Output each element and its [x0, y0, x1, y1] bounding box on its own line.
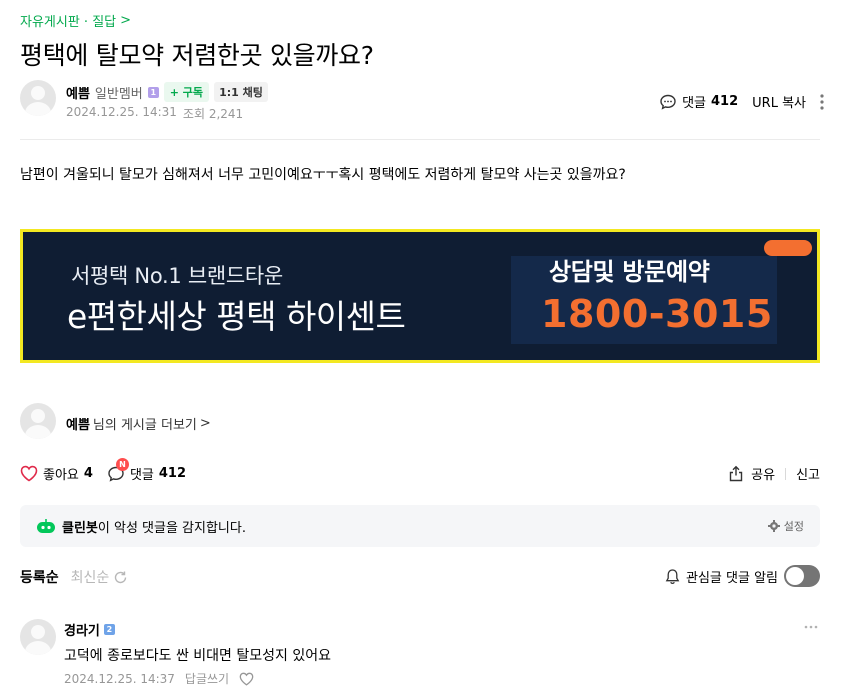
bell-icon	[665, 568, 680, 584]
like-count: 4	[83, 466, 93, 481]
banner-phone: 1800-3015	[541, 292, 773, 336]
heart-icon	[20, 465, 38, 482]
comment-author[interactable]: 경라기 2	[64, 620, 115, 639]
comment-date: 2024.12.25. 14:37	[64, 671, 175, 686]
chevron-right-icon: >	[120, 13, 132, 28]
comment-icon	[660, 94, 676, 110]
report-button[interactable]: 신고	[796, 464, 820, 483]
comment-alarm-row: 관심글 댓글 알림	[665, 565, 820, 587]
avatar[interactable]	[20, 403, 56, 439]
more-posts-link[interactable]: 예쁨 님의 게시글 더보기 >	[66, 414, 211, 433]
banner-subtitle: 서평택 No.1 브랜드타운	[71, 264, 283, 288]
grade-badge-icon: 2	[103, 624, 115, 635]
post-tools: 댓글 412 URL 복사	[659, 92, 824, 111]
avatar[interactable]	[20, 80, 56, 116]
more-vertical-icon[interactable]	[820, 93, 824, 110]
more-posts-label: 님의 게시글 더보기	[92, 418, 197, 433]
alarm-toggle[interactable]	[784, 565, 820, 587]
cleanbot-message: 이 악성 댓글을 감지합니다.	[97, 520, 246, 536]
settings-label: 설정	[783, 520, 804, 533]
avatar[interactable]	[20, 619, 56, 655]
chat-button[interactable]: 1:1 채팅	[214, 82, 268, 102]
post-meta: 2024.12.25. 14:31 조회 2,241	[66, 105, 243, 122]
comment-count: 412	[158, 466, 186, 481]
post-date: 2024.12.25. 14:31	[66, 105, 177, 119]
comment-label: 댓글	[682, 96, 707, 111]
share-label: 공유	[751, 468, 776, 483]
post-body: 남편이 겨울되니 탈모가 심해져서 너무 고민이예요ㅜㅜ혹시 평택에도 저렴하게…	[20, 167, 626, 183]
comment-label: 댓글	[129, 468, 154, 483]
post-views: 조회 2,241	[182, 107, 244, 121]
sort-latest-label: 최신순	[70, 570, 110, 586]
comment-link[interactable]: 댓글 412	[659, 92, 738, 111]
banner-title: e편한세상 평택 하이센트	[67, 297, 406, 336]
copy-url-button[interactable]: URL 복사	[752, 92, 806, 111]
subscribe-button[interactable]: + 구독	[163, 82, 210, 102]
comment-author-name: 경라기	[64, 624, 100, 639]
post-title: 평택에 탈모약 저렴한곳 있을까요?	[20, 41, 374, 70]
divider	[785, 467, 787, 480]
gear-icon	[767, 520, 780, 532]
chevron-right-icon: >	[199, 416, 211, 431]
more-horizontal-icon[interactable]	[804, 625, 818, 629]
author-nickname[interactable]: 예쁨	[66, 83, 90, 102]
alarm-label: 관심글 댓글 알림	[686, 570, 778, 586]
comment-meta: 2024.12.25. 14:37 답글쓰기	[64, 670, 254, 687]
like-label: 좋아요	[43, 468, 79, 483]
cloud-icon	[764, 240, 812, 256]
share-icon	[729, 465, 743, 482]
comment-toggle-button[interactable]: N 댓글 412	[107, 458, 186, 483]
author-grade: 일반멤버	[94, 86, 143, 102]
more-posts-nickname: 예쁨	[66, 418, 90, 433]
share-row: 공유 신고	[727, 464, 820, 483]
comment-count: 412	[711, 94, 739, 109]
comment-sort: 등록순 최신순	[20, 567, 128, 587]
heart-icon[interactable]	[239, 672, 254, 686]
breadcrumb-label[interactable]: 자유게시판 · 질답	[20, 11, 116, 30]
divider	[20, 139, 820, 140]
refresh-icon	[115, 571, 127, 583]
cleanbot-notice: 클린봇이 악성 댓글을 감지합니다. 설정	[20, 505, 820, 547]
like-button[interactable]: 좋아요 4	[20, 464, 93, 483]
author-row: 예쁨 일반멤버 1 + 구독 1:1 채팅	[66, 82, 268, 102]
reply-button[interactable]: 답글쓰기	[185, 670, 229, 687]
banner-cta: 상담및 방문예약	[549, 258, 710, 286]
ad-banner[interactable]: 서평택 No.1 브랜드타운 e편한세상 평택 하이센트 상담및 방문예약 18…	[20, 229, 820, 363]
breadcrumb[interactable]: 자유게시판 · 질답 >	[20, 11, 131, 30]
sort-latest-tab[interactable]: 최신순	[71, 567, 129, 587]
reaction-row: 좋아요 4 N 댓글 412	[20, 458, 186, 483]
grade-badge-icon: 1	[147, 86, 159, 98]
comment-text: 고덕에 종로보다도 싼 비대면 탈모성지 있어요	[64, 648, 331, 664]
cleanbot-name: 클린봇	[62, 520, 98, 536]
sort-registered-tab[interactable]: 등록순	[20, 567, 59, 587]
share-button[interactable]: 공유	[727, 464, 775, 483]
cleanbot-settings-button[interactable]: 설정	[767, 518, 804, 534]
new-badge: N	[115, 458, 129, 471]
cleanbot-icon	[37, 519, 55, 533]
